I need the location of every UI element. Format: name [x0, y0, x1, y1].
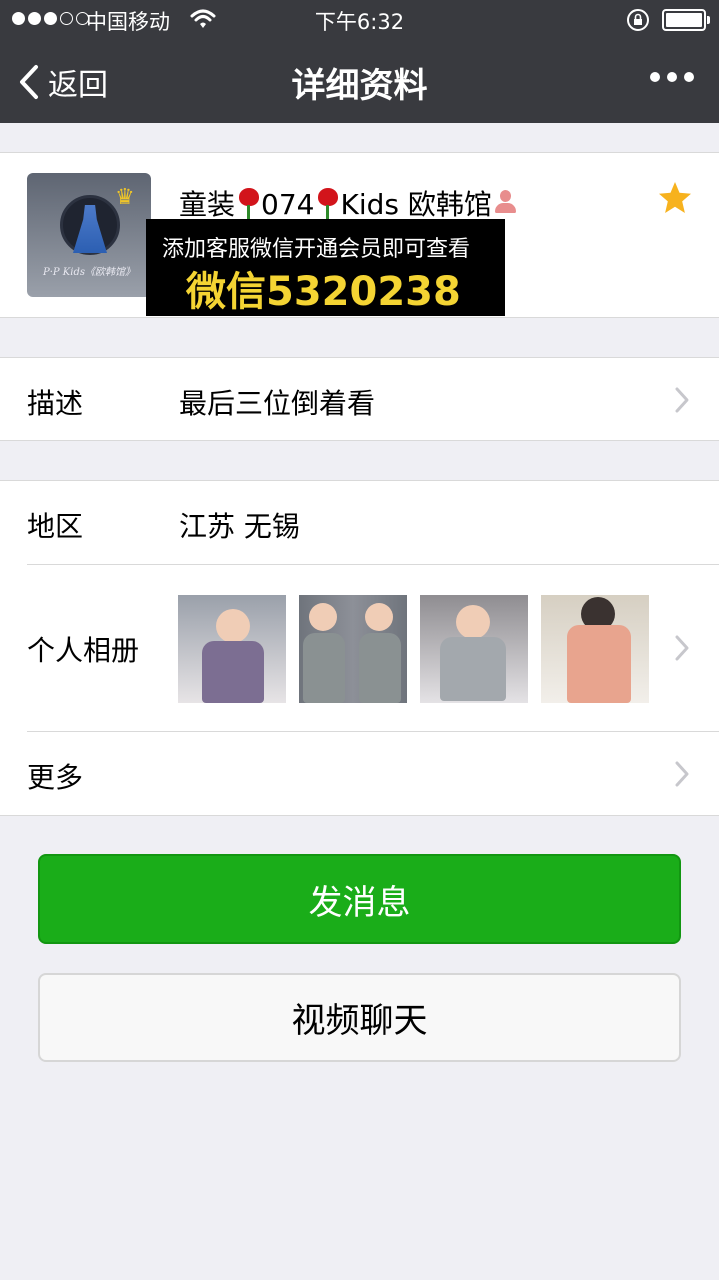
more-label: 更多: [27, 761, 84, 794]
status-time: 下午6:32: [314, 10, 405, 34]
album-photos: [178, 595, 649, 703]
more-cell[interactable]: 更多: [0, 732, 719, 815]
description-group: 描述 最后三位倒着看: [0, 357, 719, 441]
region-cell: 地区 江苏 无锡: [0, 481, 719, 564]
chevron-right-icon: [675, 761, 689, 787]
nickname: 童装 074 Kids 欧韩馆: [179, 183, 518, 223]
rotation-lock-icon: [627, 9, 649, 31]
promo-overlay: 添加客服微信开通会员即可查看 微信5320238: [146, 219, 505, 316]
album-photo[interactable]: [541, 595, 649, 703]
avatar-caption: P·P Kids《欧韩馆》: [42, 267, 136, 278]
female-gender-icon: [492, 188, 518, 218]
promo-wechat-id: 微信5320238: [186, 269, 461, 315]
info-group: 地区 江苏 无锡 个人相册 更多: [0, 480, 719, 816]
description-value: 最后三位倒着看: [179, 387, 376, 420]
album-label: 个人相册: [27, 634, 140, 667]
more-options-button[interactable]: [650, 72, 694, 82]
rose-icon: [314, 186, 340, 220]
avatar[interactable]: ♛ P·P Kids《欧韩馆》: [27, 173, 151, 297]
crown-icon: ♛: [115, 185, 135, 210]
star-icon[interactable]: [657, 180, 693, 216]
battery-icon: [662, 9, 710, 31]
more-dots-icon: [650, 72, 660, 82]
send-message-button[interactable]: 发消息: [38, 854, 681, 944]
description-cell[interactable]: 描述 最后三位倒着看: [0, 358, 719, 440]
chevron-right-icon: [675, 635, 689, 661]
rose-icon: [235, 186, 261, 220]
chevron-right-icon: [675, 387, 689, 413]
album-photo[interactable]: [420, 595, 528, 703]
album-photo[interactable]: [299, 595, 407, 703]
album-photo[interactable]: [178, 595, 286, 703]
description-label: 描述: [27, 387, 84, 420]
video-chat-button[interactable]: 视频聊天: [38, 973, 681, 1062]
album-cell[interactable]: 个人相册: [0, 565, 719, 731]
region-value: 江苏 无锡: [179, 510, 300, 543]
status-bar: 中国移动 下午6:32: [0, 0, 719, 40]
top-bar: 中国移动 下午6:32 返回 详细资料: [0, 0, 719, 123]
region-label: 地区: [27, 510, 84, 543]
page-title: 详细资料: [291, 66, 428, 106]
